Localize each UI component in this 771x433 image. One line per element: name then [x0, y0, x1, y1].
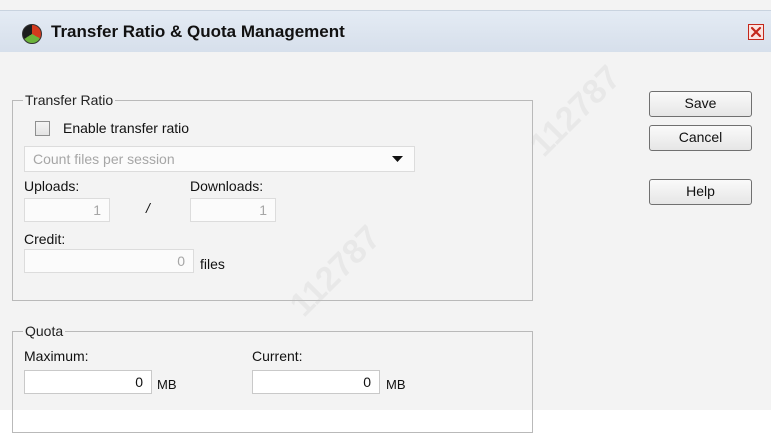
current-input[interactable]: 0	[252, 370, 380, 394]
ratio-mode-select[interactable]: Count files per session	[24, 146, 415, 172]
enable-transfer-ratio-label[interactable]: Enable transfer ratio	[63, 120, 189, 136]
downloads-input[interactable]: 1	[190, 198, 276, 222]
cancel-button[interactable]: Cancel	[649, 125, 752, 151]
close-icon	[750, 26, 762, 38]
current-unit: MB	[386, 377, 406, 392]
ratio-mode-value: Count files per session	[33, 151, 175, 167]
quota-legend: Quota	[25, 323, 64, 339]
dialog-window: Transfer Ratio & Quota Management 112787…	[0, 0, 771, 433]
uploads-label: Uploads:	[24, 178, 80, 194]
current-label: Current:	[252, 348, 303, 364]
maximum-input[interactable]: 0	[24, 370, 152, 394]
credit-input[interactable]: 0	[24, 249, 194, 273]
chevron-down-icon	[392, 156, 403, 162]
transfer-ratio-legend: Transfer Ratio	[25, 92, 114, 108]
credit-label: Credit:	[24, 231, 66, 247]
maximum-unit: MB	[157, 377, 177, 392]
dialog-body: 112787 112787 Transfer Ratio Enable tran…	[0, 52, 771, 433]
enable-transfer-ratio-checkbox[interactable]	[35, 121, 50, 136]
uploads-input[interactable]: 1	[24, 198, 110, 222]
save-button[interactable]: Save	[649, 91, 752, 117]
app-logo-icon	[22, 24, 42, 44]
downloads-label: Downloads:	[190, 178, 264, 194]
close-button[interactable]	[748, 24, 764, 40]
title-bar[interactable]: Transfer Ratio & Quota Management	[0, 10, 771, 53]
watermark: 112787	[523, 58, 629, 164]
window-title: Transfer Ratio & Quota Management	[51, 22, 345, 41]
credit-unit: files	[200, 256, 225, 272]
ratio-separator: /	[146, 200, 150, 216]
help-button[interactable]: Help	[649, 179, 752, 205]
maximum-label: Maximum:	[24, 348, 89, 364]
